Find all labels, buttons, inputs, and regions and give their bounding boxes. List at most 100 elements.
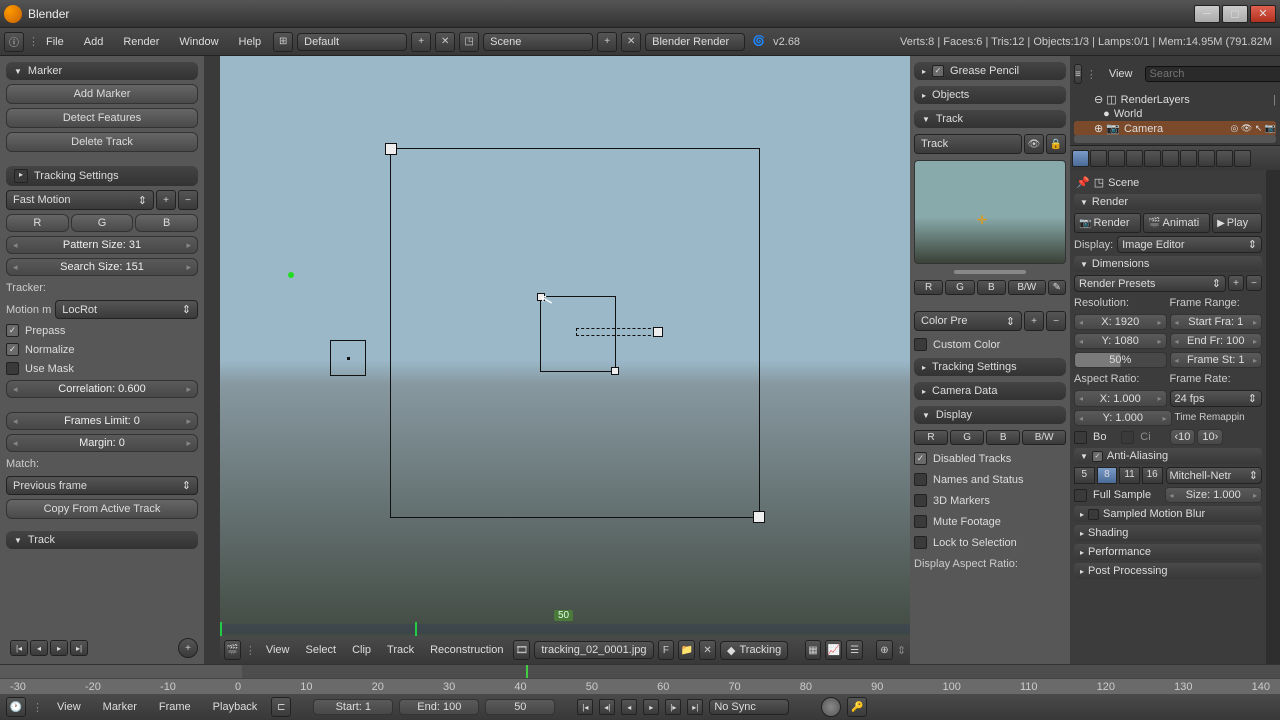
end-frame-field[interactable]: ◂End Fr: 100▸ (1170, 333, 1263, 349)
aspect-y-field[interactable]: ◂Y: 1.000▸ (1074, 410, 1172, 426)
display-header[interactable]: ▼Display (914, 406, 1066, 424)
props-tab-modifiers[interactable] (1180, 150, 1197, 167)
properties-scrollbar[interactable] (1266, 170, 1280, 664)
preset-add-icon[interactable]: + (1228, 275, 1244, 291)
fps-dropdown[interactable]: 24 fps⇕ (1170, 390, 1263, 407)
performance-header[interactable]: ▸Performance (1074, 544, 1262, 560)
tl-play-rev-button[interactable]: ◂ (621, 699, 637, 715)
clip-mode-dropdown[interactable]: ◆ Tracking (720, 641, 788, 660)
timeline-editor-icon[interactable]: 🕐 (6, 697, 26, 717)
menu-window[interactable]: Window (171, 34, 226, 50)
outliner-editor-icon[interactable]: ≡ (1074, 64, 1082, 84)
preview-edit-icon[interactable]: ✎ (1048, 280, 1066, 295)
display-bw-button[interactable]: B/W (1022, 430, 1066, 445)
outliner-search-input[interactable] (1145, 66, 1280, 82)
res-pct-field[interactable]: 50% (1074, 352, 1167, 368)
pivot-icon[interactable]: ⊕ (876, 640, 893, 660)
props-tab-constraints[interactable] (1162, 150, 1179, 167)
search-size-field[interactable]: ◂Search Size: 151▸ (6, 258, 198, 276)
track-first-button[interactable]: |◂ (10, 640, 28, 656)
tracking-settings-right-header[interactable]: ▸Tracking Settings (914, 358, 1066, 376)
aa-11-button[interactable]: 11 (1119, 467, 1140, 484)
clip-unlink-button[interactable]: ✕ (699, 640, 716, 660)
aa-8-button[interactable]: 8 (1097, 467, 1118, 484)
color-preset-add-button[interactable]: + (1024, 311, 1044, 331)
color-preset-remove-button[interactable]: − (1046, 311, 1066, 331)
layout-dropdown[interactable]: Default (297, 33, 407, 51)
frame-step-field[interactable]: ◂Frame St: 1▸ (1170, 352, 1263, 368)
usemask-checkbox[interactable]: Use Mask (6, 361, 198, 376)
tl-range-icon[interactable]: ⊏ (271, 697, 291, 717)
margin-field[interactable]: ◂Margin: 0▸ (6, 434, 198, 452)
engine-dropdown[interactable]: Blender Render (645, 33, 745, 51)
track-next-button[interactable]: ▸ (50, 640, 68, 656)
preview-g-button[interactable]: G (945, 280, 974, 295)
play-button[interactable]: ▶Play (1212, 213, 1262, 233)
render-button[interactable]: 📷Render (1074, 213, 1141, 233)
maximize-button[interactable]: ◻ (1222, 5, 1248, 23)
frames-limit-field[interactable]: ◂Frames Limit: 0▸ (6, 412, 198, 430)
tl-play-button[interactable]: ▸ (643, 699, 659, 715)
res-y-field[interactable]: ◂Y: 1080▸ (1074, 333, 1167, 349)
clip-menu-clip[interactable]: Clip (346, 642, 377, 658)
outliner-hscroll[interactable] (1074, 135, 1276, 143)
clip-fake-user-button[interactable]: F (658, 640, 675, 660)
disabled-tracks-checkbox[interactable]: ✓Disabled Tracks (914, 451, 1066, 466)
aa-filter-dropdown[interactable]: Mitchell-Netr⇕ (1166, 467, 1263, 484)
antialiasing-header[interactable]: ▼✓Anti-Aliasing (1074, 448, 1262, 464)
preview-b-button[interactable]: B (977, 280, 1006, 295)
tl-menu-frame[interactable]: Frame (151, 699, 199, 715)
channel-g-button[interactable]: G (71, 214, 134, 232)
sampled-motion-blur-header[interactable]: ▸Sampled Motion Blur (1074, 506, 1262, 522)
scene-dropdown[interactable]: Scene (483, 33, 593, 51)
clip-view-graph-icon[interactable]: 📈 (825, 640, 842, 660)
clip-browse-icon[interactable]: 🎞 (513, 640, 530, 660)
display-r-button[interactable]: R (914, 430, 948, 445)
custom-color-checkbox[interactable]: Custom Color (914, 337, 1066, 352)
minimize-button[interactable]: ─ (1194, 5, 1220, 23)
copy-from-track-button[interactable]: Copy From Active Track (6, 499, 198, 519)
render-panel-header[interactable]: ▼Render (1074, 194, 1262, 210)
menu-add[interactable]: Add (76, 34, 112, 50)
aa-size-field[interactable]: ◂Size: 1.000▸ (1165, 487, 1263, 503)
add-icon[interactable]: + (178, 638, 198, 658)
crop-checkbox[interactable]: Ci (1121, 429, 1166, 445)
objects-header[interactable]: ▸Objects (914, 86, 1066, 104)
props-tab-object[interactable] (1144, 150, 1161, 167)
clip-mini-timeline[interactable]: 50 (220, 624, 910, 634)
tl-menu-marker[interactable]: Marker (95, 699, 145, 715)
layout-add-button[interactable]: + (411, 32, 431, 52)
color-preset-dropdown[interactable]: Color Pre⇕ (914, 311, 1022, 331)
correlation-field[interactable]: ◂Correlation: 0.600▸ (6, 380, 198, 398)
res-x-field[interactable]: ◂X: 1920▸ (1074, 314, 1167, 330)
aa-5-button[interactable]: 5 (1074, 467, 1095, 484)
aa-16-button[interactable]: 16 (1142, 467, 1163, 484)
prepass-checkbox[interactable]: ✓Prepass (6, 323, 198, 338)
splitter-icon[interactable]: ⋮ (28, 35, 34, 49)
preset-add-button[interactable]: + (156, 190, 176, 210)
tracking-settings-header[interactable]: ▸Tracking Settings (6, 166, 198, 186)
tl-keyframe-prev-button[interactable]: ◂| (599, 699, 615, 715)
match-dropdown[interactable]: Previous frame⇕ (6, 476, 198, 495)
pattern-size-field[interactable]: ◂Pattern Size: 31▸ (6, 236, 198, 254)
remap-new-field[interactable]: 10› (1197, 429, 1223, 445)
post-processing-header[interactable]: ▸Post Processing (1074, 563, 1262, 579)
start-frame-field[interactable]: ◂Start Fra: 1▸ (1170, 314, 1263, 330)
names-status-checkbox[interactable]: Names and Status (914, 472, 1066, 487)
full-sample-checkbox[interactable]: Full Sample (1074, 487, 1162, 503)
camera-data-header[interactable]: ▸Camera Data (914, 382, 1066, 400)
clip-view-dope-icon[interactable]: ☰ (846, 640, 863, 660)
outliner-item-renderlayers[interactable]: ⊖ ◫ RenderLayers | (1074, 92, 1276, 107)
border-checkbox[interactable]: Bo (1074, 429, 1119, 445)
props-tab-material[interactable] (1216, 150, 1233, 167)
display-b-button[interactable]: B (986, 430, 1020, 445)
markers-3d-checkbox[interactable]: 3D Markers (914, 493, 1066, 508)
clip-editor-icon[interactable]: 🎬 (224, 640, 241, 660)
track-marker-small[interactable] (330, 340, 366, 376)
left-scrollbar[interactable] (204, 56, 220, 664)
motion-dropdown[interactable]: LocRot⇕ (55, 300, 198, 319)
tl-start-field[interactable]: Start: 1 (313, 699, 393, 715)
shading-header[interactable]: ▸Shading (1074, 525, 1262, 541)
outliner-item-camera[interactable]: ⊕ 📷 Camera◎ 👁 ↖ 📷 (1074, 121, 1276, 136)
preset-remove-icon[interactable]: − (1246, 275, 1262, 291)
